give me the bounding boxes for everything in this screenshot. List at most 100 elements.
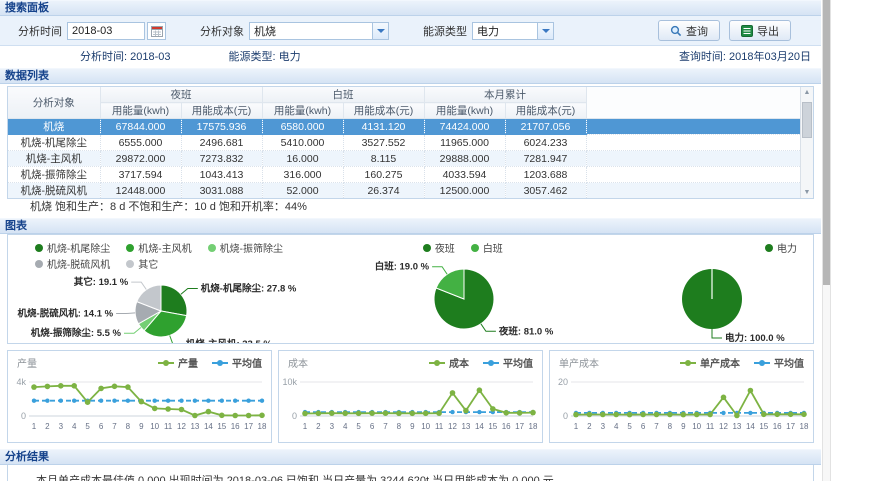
svg-text:3: 3 <box>330 422 335 431</box>
row-value: 17575.936 <box>181 119 262 135</box>
calendar-icon[interactable] <box>147 22 166 40</box>
row-value: 29872.000 <box>100 151 181 167</box>
row-object: 机烧 <box>8 119 100 135</box>
table-row[interactable]: 机烧-振筛除尘3717.5941043.413316.000160.275403… <box>8 167 800 183</box>
line-chart-legend: 单产成本平均值 <box>680 355 804 370</box>
page-scrollbar[interactable] <box>822 0 831 481</box>
svg-text:1: 1 <box>303 422 308 431</box>
chevron-down-icon[interactable] <box>372 23 388 39</box>
row-value: 3031.088 <box>181 183 262 199</box>
page-scrollbar-thumb[interactable] <box>823 0 830 285</box>
row-value: 4033.594 <box>424 167 505 183</box>
analysis-object-select[interactable]: 机烧 <box>249 22 389 40</box>
svg-text:6: 6 <box>99 422 104 431</box>
energy-type-select[interactable]: 电力 <box>472 22 554 40</box>
svg-text:6: 6 <box>641 422 646 431</box>
query-button[interactable]: 查询 <box>658 20 720 41</box>
svg-text:13: 13 <box>732 422 741 431</box>
row-value: 74424.000 <box>424 119 505 135</box>
data-list-title: 数据列表 <box>5 70 49 82</box>
row-value: 3717.594 <box>100 167 181 183</box>
legend-item: 夜班 <box>423 240 455 255</box>
row-value: 12448.000 <box>100 183 181 199</box>
svg-text:11: 11 <box>435 422 444 431</box>
legend-item: 机烧-机尾除尘 <box>35 240 110 255</box>
row-value: 1043.413 <box>181 167 262 183</box>
pie-label: 电力: 100.0 % <box>725 332 785 343</box>
svg-text:17: 17 <box>786 422 795 431</box>
line-chart-legend: 成本平均值 <box>429 355 533 370</box>
svg-text:4: 4 <box>72 422 77 431</box>
legend-line-icon <box>483 362 499 364</box>
main-content: 搜索面板 分析时间 2018-03 <box>0 0 821 481</box>
analysis-time-input[interactable]: 2018-03 <box>67 22 145 40</box>
pie-legend: 机烧-机尾除尘机烧-主风机机烧-振筛除尘机烧-脱硫风机其它 <box>35 235 287 271</box>
search-panel: 搜索面板 分析时间 2018-03 <box>0 0 821 66</box>
row-value: 26.374 <box>343 183 424 199</box>
data-table: 分析对象夜班白班本月累计用能量(kwh)用能成本(元)用能量(kwh)用能成本(… <box>8 87 800 198</box>
pie-label: 机烧-主风机: 33.5 % <box>186 338 273 343</box>
charts-title: 图表 <box>5 220 27 232</box>
legend-item: 电力 <box>765 240 797 255</box>
svg-text:2: 2 <box>587 422 592 431</box>
col-sub: 用能成本(元) <box>343 103 424 119</box>
svg-text:14: 14 <box>204 422 213 431</box>
row-object: 机烧-主风机 <box>8 151 100 167</box>
table-row[interactable]: 机烧-机尾除尘6555.0002496.6815410.0003527.5521… <box>8 135 800 151</box>
row-value: 29888.000 <box>424 151 505 167</box>
line-chart-title: 单产成本 <box>559 355 599 370</box>
svg-text:7: 7 <box>112 422 117 431</box>
table-row[interactable]: 机烧-脱硫风机12448.0003031.08852.00026.3741250… <box>8 183 800 199</box>
legend-item: 平均值 <box>754 355 804 370</box>
charts-section: 图表 机烧-机尾除尘机烧-主风机机烧-振筛除尘机烧-脱硫风机其它机烧-机尾除尘:… <box>0 218 821 344</box>
table-row[interactable]: 机烧-主风机29872.0007273.83216.0008.11529888.… <box>8 151 800 167</box>
legend-line-icon <box>212 362 228 364</box>
svg-text:8: 8 <box>668 422 673 431</box>
svg-text:4: 4 <box>614 422 619 431</box>
export-button[interactable]: 导出 <box>729 20 791 41</box>
svg-text:3: 3 <box>59 422 64 431</box>
pie-charts-panel: 机烧-机尾除尘机烧-主风机机烧-振筛除尘机烧-脱硫风机其它机烧-机尾除尘: 27… <box>7 234 814 344</box>
row-value: 21707.056 <box>505 119 586 135</box>
row-object: 机烧-脱硫风机 <box>8 183 100 199</box>
row-value: 7273.832 <box>181 151 262 167</box>
production-trend-svg: 4k0123456789101112131415161718 <box>10 372 268 434</box>
legend-item: 机烧-脱硫风机 <box>35 256 110 271</box>
svg-text:8: 8 <box>397 422 402 431</box>
row-value: 316.000 <box>262 167 343 183</box>
summary-analysis-time: 分析时间: 2018-03 <box>80 48 170 64</box>
col-sub: 用能成本(元) <box>505 103 586 119</box>
svg-text:9: 9 <box>139 422 144 431</box>
svg-text:10: 10 <box>421 422 430 431</box>
row-value: 11965.000 <box>424 135 505 151</box>
row-value: 12500.000 <box>424 183 505 199</box>
pie-label: 机烧-机尾除尘: 27.8 % <box>201 283 297 295</box>
svg-text:5: 5 <box>356 422 361 431</box>
pie-cost-by-object: 机烧-机尾除尘机烧-主风机机烧-振筛除尘机烧-脱硫风机其它机烧-机尾除尘: 27… <box>8 235 314 343</box>
svg-text:0: 0 <box>292 411 297 421</box>
data-list-header: 数据列表 <box>0 68 821 84</box>
legend-item: 单产成本 <box>680 355 740 370</box>
charts-header: 图表 <box>0 218 821 234</box>
table-row[interactable]: 机烧67844.00017575.9366580.0004131.1207442… <box>8 119 800 135</box>
chevron-down-icon[interactable] <box>537 23 553 39</box>
search-panel-header: 搜索面板 <box>0 0 821 16</box>
legend-item: 机烧-振筛除尘 <box>208 240 283 255</box>
legend-line-icon <box>754 362 770 364</box>
table-scrollbar-thumb[interactable] <box>802 102 812 138</box>
svg-text:12: 12 <box>448 422 457 431</box>
legend-dot-icon <box>126 260 134 268</box>
legend-item: 成本 <box>429 355 469 370</box>
svg-text:6: 6 <box>370 422 375 431</box>
svg-text:14: 14 <box>746 422 755 431</box>
svg-text:4k: 4k <box>16 377 26 387</box>
row-value: 6024.233 <box>505 135 586 151</box>
row-object: 机烧-机尾除尘 <box>8 135 100 151</box>
svg-text:15: 15 <box>217 422 226 431</box>
table-scrollbar[interactable] <box>800 87 813 198</box>
result-header: 分析结果 <box>0 449 821 465</box>
row-object: 机烧-振筛除尘 <box>8 167 100 183</box>
analysis-time-label: 分析时间 <box>18 23 62 39</box>
svg-text:18: 18 <box>800 422 809 431</box>
row-value: 5410.000 <box>262 135 343 151</box>
